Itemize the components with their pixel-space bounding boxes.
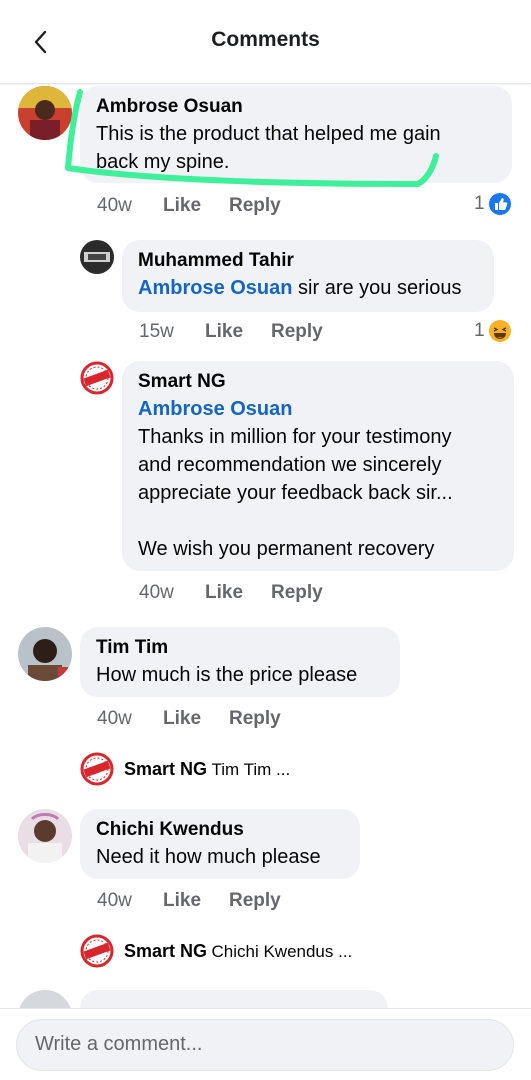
avatar[interactable] (80, 240, 114, 274)
comment-bubble: Tim Tim How much is the price please (80, 627, 400, 697)
comment-time: 40w (97, 890, 132, 911)
reply-preview-author: Smart NG (124, 758, 208, 779)
like-button[interactable]: Like (205, 582, 271, 604)
comment-text: How much is the price please (96, 664, 358, 686)
reply-preview-text: Chichi Kwendus ... (211, 941, 353, 961)
like-button[interactable]: Like (163, 890, 229, 912)
reaction-summary[interactable]: 1 (474, 320, 511, 342)
reply-button[interactable]: Reply (229, 708, 281, 730)
avatar[interactable] (18, 627, 72, 681)
comment-text: Ambrose Osuan sir are you serious (138, 277, 462, 299)
mention-link[interactable]: Ambrose Osuan (138, 277, 292, 299)
comment-text: Need it how much please (96, 846, 321, 868)
reply-button[interactable]: Reply (229, 890, 281, 912)
comment-author[interactable]: Chichi Kwendus (96, 817, 344, 843)
reply-button[interactable]: Reply (271, 321, 323, 343)
reaction-summary[interactable]: 1 (474, 193, 511, 215)
original-seal-icon (80, 361, 114, 395)
comment-composer: Write a comment... (0, 1008, 531, 1080)
comment-author[interactable]: Muhammed Tahir (138, 248, 478, 274)
highlight-annotation (65, 89, 439, 187)
comment-text: We wish you permanent recovery (138, 538, 435, 560)
like-button[interactable]: Like (163, 708, 229, 730)
avatar[interactable] (80, 361, 114, 395)
reaction-count: 1 (474, 193, 485, 214)
comment-time: 15w (139, 321, 174, 342)
comment-actions: 40w Like Reply (139, 582, 323, 604)
mention-link[interactable]: Ambrose Osuan (138, 395, 498, 423)
top-bar: Comments (0, 0, 531, 84)
comment-bubble: Smart NG Ambrose Osuan Thanks in million… (122, 361, 514, 571)
comment-text-spacer (138, 507, 498, 535)
original-seal-icon (80, 934, 114, 968)
comment-time: 40w (139, 582, 174, 603)
page-title: Comments (211, 28, 320, 51)
reply-preview[interactable]: Smart NG Tim Tim ... (80, 752, 290, 786)
reply-button[interactable]: Reply (271, 582, 323, 604)
like-button[interactable]: Like (163, 195, 229, 217)
comment-text: and recommendation we sincerely (138, 454, 442, 476)
comment-actions: 40w Like Reply (97, 890, 281, 912)
reply-preview-text: Tim Tim ... (211, 759, 291, 779)
original-seal-icon (80, 752, 114, 786)
comment-text: appreciate your feedback back sir... (138, 482, 453, 504)
haha-icon (488, 320, 511, 342)
reply-preview[interactable]: Smart NG Chichi Kwendus ... (80, 934, 352, 968)
reply-button[interactable]: Reply (229, 195, 281, 217)
reaction-count: 1 (474, 320, 485, 341)
comment-author[interactable]: Tim Tim (96, 635, 384, 661)
comment-actions: 15w Like Reply (139, 321, 323, 343)
comment-time: 40w (97, 195, 132, 216)
comment-input[interactable]: Write a comment... (16, 1019, 514, 1071)
comment-bubble: Chichi Kwendus Need it how much please (80, 809, 360, 879)
like-button[interactable]: Like (205, 321, 271, 343)
comment-text: Thanks in million for your testimony (138, 426, 452, 448)
avatar[interactable] (18, 809, 72, 863)
like-icon (488, 193, 511, 215)
comment-time: 40w (97, 708, 132, 729)
comment-actions: 40w Like Reply (97, 708, 281, 730)
reply-preview-author: Smart NG (124, 940, 208, 961)
comment-actions: 40w Like Reply (97, 195, 281, 217)
comment-author[interactable]: Smart NG (138, 369, 498, 395)
comment-bubble: Muhammed Tahir Ambrose Osuan sir are you… (122, 240, 494, 312)
